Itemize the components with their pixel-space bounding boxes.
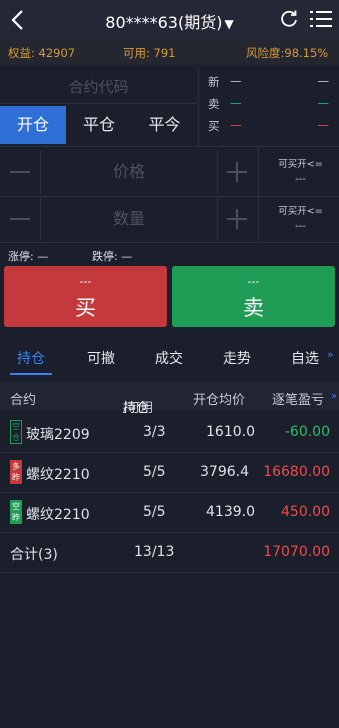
- avg-price: 4139.0: [206, 504, 255, 520]
- quantity-plus-button[interactable]: [227, 209, 247, 229]
- quote-volume: —: [317, 118, 330, 132]
- buy-open-limit-price: 可买开<= ---: [262, 156, 339, 185]
- quantity-minus-button[interactable]: [10, 209, 30, 229]
- position-badge: 空仓: [10, 420, 22, 444]
- divider: [258, 146, 259, 242]
- active-tab-underline: [10, 373, 52, 375]
- total-qty: 13/13: [134, 544, 175, 560]
- quote-price: —: [230, 118, 242, 132]
- back-arrow-icon[interactable]: [8, 8, 28, 32]
- holding-qty: 5/5: [143, 504, 166, 520]
- buy-open-limit-qty: 可买开<= ---: [262, 203, 339, 232]
- divider: [198, 66, 199, 146]
- scroll-right-icon[interactable]: »: [331, 391, 337, 402]
- quantity-stepper: 数量: [0, 197, 257, 241]
- price-stepper: 价格: [0, 150, 257, 194]
- positions-total-row: 合计(3) 13/13 17070.00: [0, 533, 339, 573]
- quote-label: 卖: [208, 97, 220, 111]
- quote-label: 买: [208, 119, 220, 133]
- quote-volume: —: [317, 96, 330, 110]
- limit-up: 涨停: —: [8, 250, 49, 263]
- buy-label: 买: [75, 296, 96, 320]
- price-minus-button[interactable]: [10, 162, 30, 182]
- tab-watchlist[interactable]: 自选: [276, 348, 334, 378]
- buy-button[interactable]: --- 买: [4, 266, 167, 327]
- available-value: 可用: 791: [123, 46, 176, 60]
- buy-price: ---: [79, 275, 92, 288]
- contract-name: 玻璃2209: [26, 427, 90, 443]
- menu-list-icon[interactable]: [310, 9, 332, 29]
- buy-open-limit-value: ---: [295, 174, 306, 185]
- contract-code-input[interactable]: 合约代码: [0, 70, 197, 104]
- buy-open-limit-label: 可买开<=: [278, 206, 323, 217]
- tab-trend[interactable]: 走势: [208, 348, 266, 378]
- quote-price: —: [230, 74, 242, 88]
- table-row[interactable]: 空仓 玻璃2209 3/3 1610.0 -60.00: [0, 413, 339, 453]
- table-row[interactable]: 多昨 螺纹2210 5/5 3796.4 16680.00: [0, 453, 339, 493]
- divider: [0, 242, 339, 243]
- table-row[interactable]: 空昨 螺纹2210 5/5 4139.0 450.00: [0, 493, 339, 533]
- pnl-value: 16680.00: [263, 464, 330, 480]
- divider: [0, 146, 339, 147]
- buy-open-limit-value: ---: [295, 221, 306, 232]
- refresh-icon[interactable]: [279, 9, 299, 29]
- quote-label: 新: [208, 75, 220, 89]
- pnl-value: -60.00: [284, 424, 330, 440]
- tab-cancellable[interactable]: 可撤: [72, 348, 130, 378]
- col-pnl: 逐笔盈亏: [272, 393, 325, 408]
- holding-qty: 3/3: [143, 424, 166, 440]
- avg-price: 3796.4: [200, 464, 249, 480]
- mini-quote-panel: 新 — — 卖 — — 买 — —: [200, 70, 339, 146]
- position-badge: 空昨: [10, 500, 22, 524]
- total-label: 合计(3): [10, 547, 58, 563]
- account-summary-bar: 权益: 42907 可用: 791 风险度:98.15%: [0, 40, 339, 65]
- sell-label: 卖: [243, 296, 264, 320]
- tab-trades[interactable]: 成交: [140, 348, 198, 378]
- dropdown-caret-icon[interactable]: ▼: [224, 17, 233, 31]
- quote-row-bid: 买 — —: [200, 116, 339, 136]
- avg-price: 1610.0: [206, 424, 255, 440]
- position-tabs: 持仓 可撤 成交 走势 自选: [0, 343, 339, 375]
- col-avg-price: 开仓均价: [193, 393, 246, 408]
- holding-qty: 5/5: [143, 464, 166, 480]
- price-input[interactable]: 价格: [40, 150, 218, 194]
- quote-row-last: 新 — —: [200, 72, 339, 92]
- buy-open-limit-label: 可买开<=: [278, 159, 323, 170]
- contract-name: 螺纹2210: [26, 507, 90, 523]
- total-pnl: 17070.00: [263, 544, 330, 560]
- quote-row-ask: 卖 — —: [200, 94, 339, 114]
- sell-price: ---: [247, 275, 260, 288]
- quote-price: —: [230, 96, 242, 110]
- limit-down: 跌停: —: [92, 250, 133, 263]
- more-tabs-icon[interactable]: »: [327, 348, 334, 361]
- header-bar: 80****63(期货) ▼: [0, 0, 339, 40]
- pnl-value: 450.00: [281, 504, 330, 520]
- sell-button[interactable]: --- 卖: [172, 266, 335, 327]
- risk-value: 风险度:98.15%: [246, 46, 329, 60]
- positions-table-header: 合约 持仓/可用 开仓均价 逐笔盈亏 »: [0, 381, 339, 416]
- price-plus-button[interactable]: [227, 162, 247, 182]
- tab-close[interactable]: 平仓: [66, 106, 132, 144]
- contract-name: 螺纹2210: [26, 467, 90, 483]
- col-contract: 合约: [10, 393, 37, 408]
- tab-open[interactable]: 开仓: [0, 106, 66, 144]
- order-type-tabs: 开仓 平仓 平今: [0, 106, 197, 144]
- quote-volume: —: [317, 74, 330, 88]
- position-badge: 多昨: [10, 460, 22, 484]
- account-title-text[interactable]: 80****63(期货): [105, 13, 222, 32]
- equity-value: 权益: 42907: [8, 46, 76, 60]
- tab-close-today[interactable]: 平今: [132, 106, 197, 144]
- quantity-input[interactable]: 数量: [40, 197, 218, 241]
